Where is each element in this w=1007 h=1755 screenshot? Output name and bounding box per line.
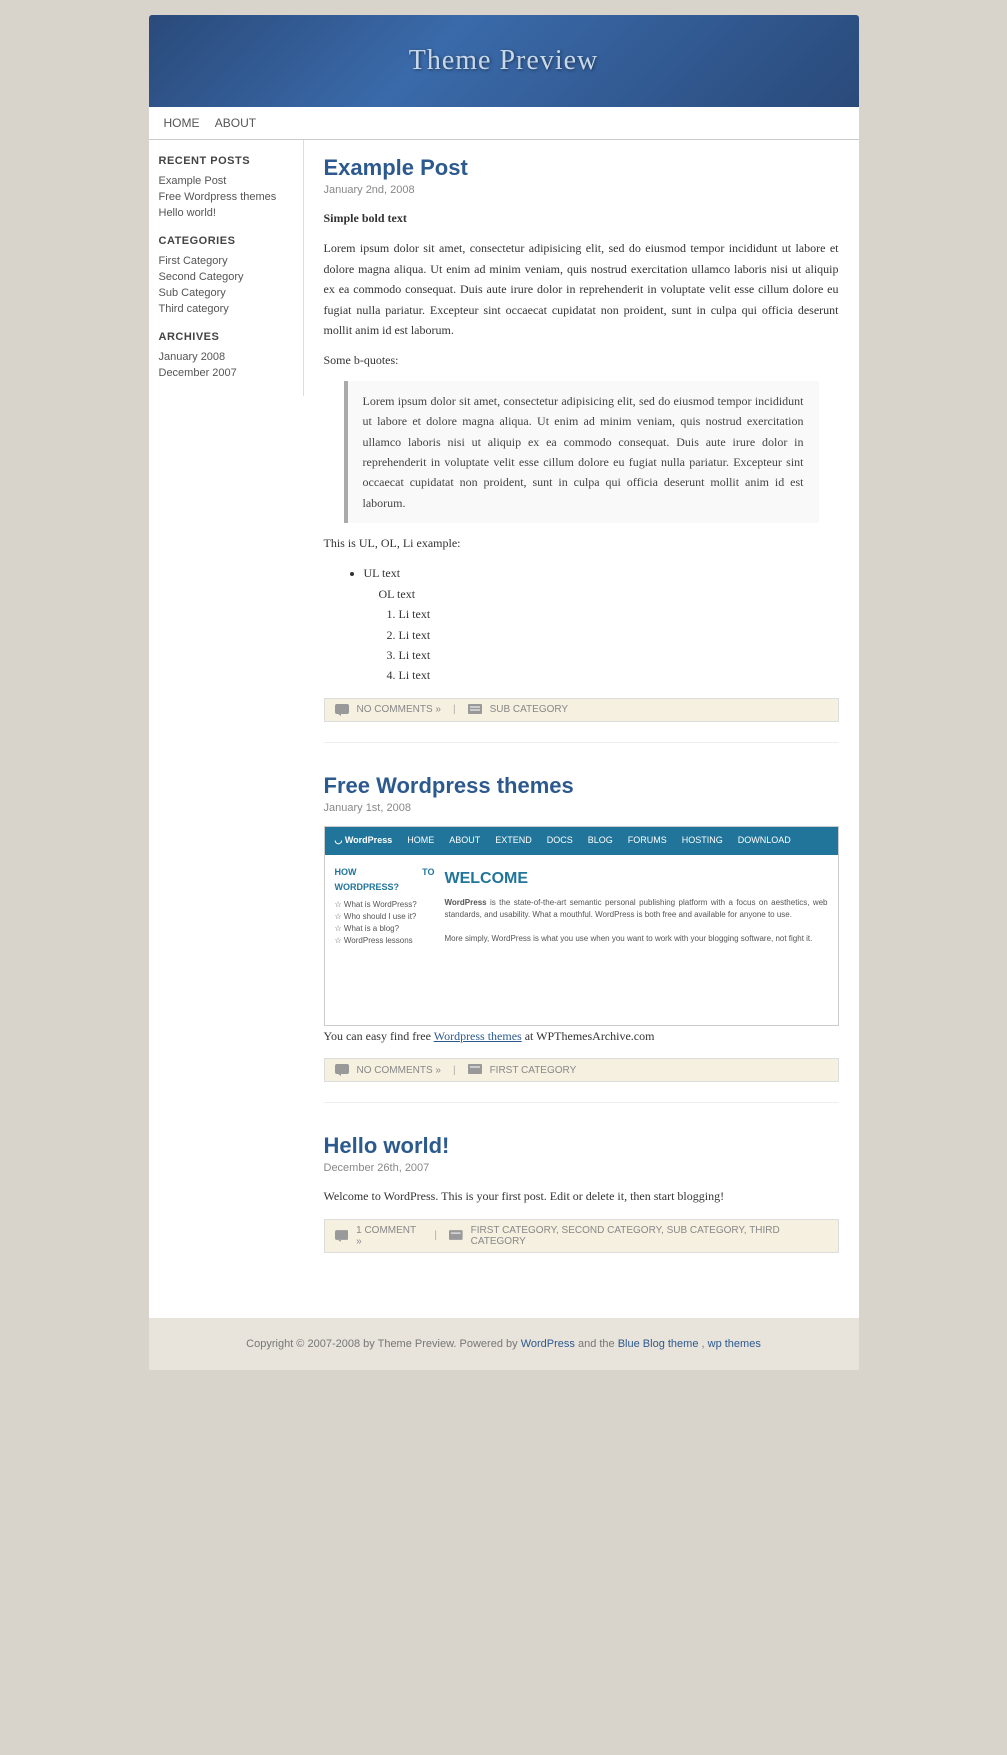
post-0-blockquote: Lorem ipsum dolor sit amet, consectetur …: [344, 381, 819, 523]
post-2-comment[interactable]: 1 COMMENT »: [356, 1225, 422, 1247]
sidebar-category-0[interactable]: First Category: [159, 253, 293, 269]
post-1: Free Wordpress themes January 1st, 2008 …: [324, 773, 839, 1103]
wp-nav-extend: EXTEND: [495, 833, 532, 848]
comment-icon-2: [335, 1230, 349, 1242]
wp-nav-home: HOME: [407, 833, 434, 848]
sidebar-category-3[interactable]: Third category: [159, 301, 293, 317]
post-0-list-intro: This is UL, OL, Li example:: [324, 533, 839, 553]
wp-welcome-body: WordPress is the state-of-the-art semant…: [445, 897, 828, 945]
post-0-li-1: Li text: [399, 625, 839, 645]
main-content: Example Post January 2nd, 2008 Simple bo…: [304, 140, 859, 1318]
sidebar-recent-post-1[interactable]: Free Wordpress themes: [159, 189, 293, 205]
footer-copyright: Copyright © 2007-2008 by Theme Preview. …: [246, 1338, 517, 1350]
post-0-title[interactable]: Example Post: [324, 155, 839, 181]
post-0-ol-item: OL text: [379, 584, 839, 604]
post-1-body-post: at WPThemesArchive.com: [525, 1029, 655, 1043]
post-1-no-comments[interactable]: NO COMMENTS »: [357, 1065, 441, 1076]
category-icon: [468, 704, 482, 716]
post-2-categories[interactable]: FIRST CATEGORY, SECOND CATEGORY, SUB CAT…: [471, 1225, 828, 1247]
comment-icon-1: [335, 1064, 349, 1076]
wp-nav-docs: DOCS: [547, 833, 573, 848]
site-title: Theme Preview: [169, 45, 839, 77]
sidebar-recent-post-2[interactable]: Hello world!: [159, 205, 293, 221]
post-0-ul: UL text OL text Li text Li text Li text …: [364, 563, 839, 685]
post-1-footer: NO COMMENTS » | FIRST CATEGORY: [324, 1058, 839, 1082]
wp-main-mock: WELCOME WordPress is the state-of-the-ar…: [445, 865, 828, 948]
post-1-title[interactable]: Free Wordpress themes: [324, 773, 839, 799]
wp-nav-blog: BLOG: [588, 833, 613, 848]
post-0-ol-wrapper: OL text Li text Li text Li text Li text: [379, 584, 839, 686]
post-2-date: December 26th, 2007: [324, 1162, 839, 1174]
wp-content-area: HOW TO WORDPRESS? ☆ What is WordPress? ☆…: [325, 855, 838, 958]
wp-sidebar-header: HOW TO WORDPRESS?: [335, 865, 435, 896]
post-2-body: Welcome to WordPress. This is your first…: [324, 1186, 839, 1206]
nav-about[interactable]: ABOUT: [215, 116, 256, 130]
post-0-pipe: |: [453, 704, 456, 715]
sidebar-category-2[interactable]: Sub Category: [159, 285, 293, 301]
content-wrapper: RECENT POSTS Example Post Free Wordpress…: [149, 140, 859, 1318]
main-nav: HOME ABOUT: [149, 107, 859, 140]
category-icon-2: [449, 1230, 463, 1242]
wp-sidebar-links: ☆ What is WordPress? ☆ Who should I use …: [335, 899, 435, 947]
recent-posts-title: RECENT POSTS: [159, 155, 293, 167]
sidebar-category-1[interactable]: Second Category: [159, 269, 293, 285]
wp-welcome-text: WELCOME: [445, 865, 828, 892]
nav-home[interactable]: HOME: [164, 116, 200, 130]
post-2: Hello world! December 26th, 2007 Welcome…: [324, 1133, 839, 1272]
archives-title: ARCHIVES: [159, 331, 293, 343]
site-header: Theme Preview: [149, 15, 859, 107]
wp-logo: ◡ WordPress: [335, 833, 393, 848]
sidebar-archive-0[interactable]: January 2008: [159, 349, 293, 365]
wp-nav-download: DOWNLOAD: [738, 833, 791, 848]
footer-wp-themes-link[interactable]: wp themes: [708, 1338, 761, 1350]
post-0-footer: NO COMMENTS » | SUB CATEGORY: [324, 698, 839, 722]
footer-and: and the: [578, 1338, 615, 1350]
comment-icon: [335, 704, 349, 716]
post-0-li-2: Li text: [399, 645, 839, 665]
footer-separator: ,: [702, 1338, 705, 1350]
post-2-content: Welcome to WordPress. This is your first…: [324, 1186, 839, 1206]
post-2-pipe: |: [434, 1230, 437, 1241]
post-1-category[interactable]: FIRST CATEGORY: [490, 1065, 577, 1076]
site-footer: Copyright © 2007-2008 by Theme Preview. …: [149, 1318, 859, 1370]
post-1-body: You can easy find free Wordpress themes …: [324, 1026, 839, 1046]
post-1-content: ◡ WordPress HOME ABOUT EXTEND DOCS BLOG …: [324, 826, 839, 1046]
post-0-li-list: Li text Li text Li text Li text: [399, 604, 839, 686]
post-1-wp-link[interactable]: Wordpress themes: [434, 1029, 522, 1043]
wp-header-bar: ◡ WordPress HOME ABOUT EXTEND DOCS BLOG …: [325, 827, 838, 855]
footer-wordpress-link[interactable]: WordPress: [521, 1338, 575, 1350]
post-0: Example Post January 2nd, 2008 Simple bo…: [324, 155, 839, 743]
wp-nav-about: ABOUT: [449, 833, 480, 848]
sidebar-recent-post-0[interactable]: Example Post: [159, 173, 293, 189]
post-1-pipe: |: [453, 1065, 456, 1076]
sidebar: RECENT POSTS Example Post Free Wordpress…: [149, 140, 304, 396]
post-1-body-pre: You can easy find free: [324, 1029, 434, 1043]
wp-nav-hosting: HOSTING: [682, 833, 723, 848]
wp-sidebar-mock: HOW TO WORDPRESS? ☆ What is WordPress? ☆…: [335, 865, 435, 948]
post-0-category[interactable]: SUB CATEGORY: [490, 704, 569, 715]
post-2-footer: 1 COMMENT » | FIRST CATEGORY, SECOND CAT…: [324, 1219, 839, 1253]
post-0-li-3: Li text: [399, 665, 839, 685]
footer-theme-link[interactable]: Blue Blog theme: [618, 1338, 699, 1350]
category-icon-1: [468, 1064, 482, 1076]
sidebar-archive-1[interactable]: December 2007: [159, 365, 293, 381]
post-0-body: Lorem ipsum dolor sit amet, consectetur …: [324, 238, 839, 340]
post-1-date: January 1st, 2008: [324, 802, 839, 814]
categories-title: CATEGORIES: [159, 235, 293, 247]
post-0-ul-item: UL text: [364, 563, 839, 583]
post-0-bquote-intro: Some b-quotes:: [324, 350, 839, 370]
post-2-title[interactable]: Hello world!: [324, 1133, 839, 1159]
post-0-bold: Simple bold text: [324, 211, 407, 225]
wp-nav-forums: FORUMS: [628, 833, 667, 848]
post-0-no-comments[interactable]: NO COMMENTS »: [357, 704, 441, 715]
post-0-content: Simple bold text Lorem ipsum dolor sit a…: [324, 208, 839, 686]
post-0-li-0: Li text: [399, 604, 839, 624]
post-0-lists: UL text OL text Li text Li text Li text …: [344, 563, 839, 685]
wordpress-screenshot: ◡ WordPress HOME ABOUT EXTEND DOCS BLOG …: [324, 826, 839, 1026]
post-0-date: January 2nd, 2008: [324, 184, 839, 196]
